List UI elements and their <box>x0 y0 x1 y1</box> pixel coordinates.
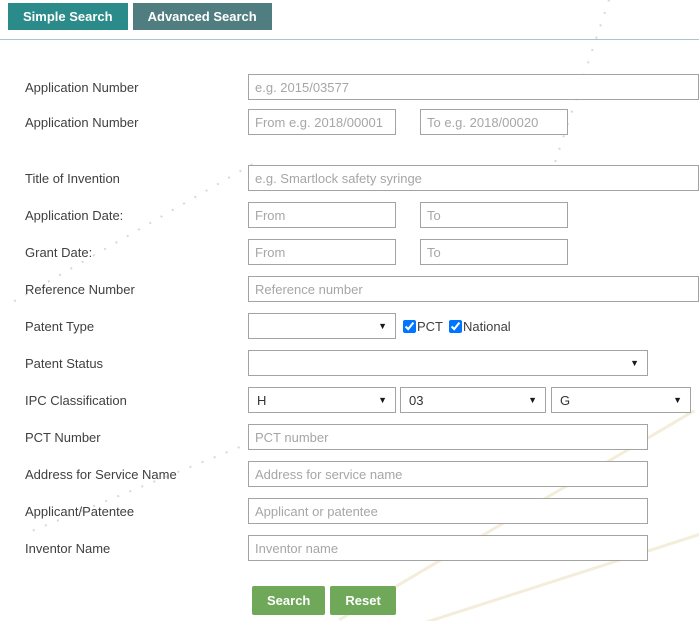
application-number-to-input[interactable] <box>420 109 568 135</box>
application-number-from-input[interactable] <box>248 109 396 135</box>
ipc-subclass-select[interactable]: G ▼ <box>551 387 691 413</box>
application-number-input[interactable] <box>248 74 699 100</box>
dropdown-arrow-icon: ▼ <box>673 394 682 405</box>
inventor-name-label: Inventor Name <box>25 540 111 556</box>
search-button[interactable]: Search <box>252 586 326 615</box>
page: Simple Search Advanced Search Applicatio… <box>0 0 699 621</box>
dropdown-arrow-icon: ▼ <box>528 394 537 405</box>
inventor-name-input[interactable] <box>248 535 648 561</box>
tab-divider <box>0 39 699 40</box>
dropdown-arrow-icon: ▼ <box>378 320 387 331</box>
grant-date-row: Grant Date: <box>25 239 699 265</box>
patent-status-row: Patent Status ▼ <box>25 350 699 376</box>
applicant-patentee-label: Applicant/Patentee <box>25 503 135 519</box>
simple-search-form: Application Number Application Number Ti… <box>0 74 699 615</box>
patent-type-label: Patent Type <box>25 318 95 334</box>
patent-status-select[interactable]: ▼ <box>248 350 648 376</box>
reference-number-label: Reference Number <box>25 281 135 297</box>
pct-number-label: PCT Number <box>25 429 101 445</box>
ipc-classification-row: IPC Classification H ▼ 03 ▼ G ▼ <box>25 387 699 413</box>
grant-date-from-input[interactable] <box>248 239 396 265</box>
address-for-service-label: Address for Service Name <box>25 466 177 482</box>
tab-advanced-search[interactable]: Advanced Search <box>132 3 272 30</box>
pct-checkbox-label: PCT <box>417 318 443 334</box>
reference-number-input[interactable] <box>248 276 699 302</box>
address-for-service-row: Address for Service Name <box>25 461 699 487</box>
patent-type-select[interactable]: ▼ <box>248 313 396 339</box>
application-date-to-input[interactable] <box>420 202 568 228</box>
grant-date-to-input[interactable] <box>420 239 568 265</box>
national-checkbox-label: National <box>463 318 511 334</box>
applicant-patentee-input[interactable] <box>248 498 648 524</box>
dropdown-arrow-icon: ▼ <box>378 394 387 405</box>
application-date-from-input[interactable] <box>248 202 396 228</box>
form-actions: Search Reset <box>25 586 699 615</box>
application-number-row: Application Number <box>25 74 699 100</box>
inventor-name-row: Inventor Name <box>25 535 699 561</box>
application-date-label: Application Date: <box>25 207 124 223</box>
ipc-subclass-selected-value: G <box>560 392 571 408</box>
ipc-class-select[interactable]: 03 ▼ <box>400 387 546 413</box>
patent-type-checkboxes: PCT National <box>403 319 517 334</box>
national-checkbox[interactable] <box>449 319 462 333</box>
pct-number-row: PCT Number <box>25 424 699 450</box>
reference-number-row: Reference Number <box>25 276 699 302</box>
patent-type-row: Patent Type ▼ PCT National <box>25 313 699 339</box>
pct-number-input[interactable] <box>248 424 648 450</box>
application-number-label: Application Number <box>25 79 139 95</box>
tab-simple-search[interactable]: Simple Search <box>8 3 128 30</box>
pct-checkbox[interactable] <box>403 319 416 333</box>
title-of-invention-label: Title of Invention <box>25 170 120 186</box>
address-for-service-input[interactable] <box>248 461 648 487</box>
search-tabs: Simple Search Advanced Search <box>8 3 699 30</box>
application-number-range-row: Application Number <box>25 109 699 135</box>
ipc-class-selected-value: 03 <box>409 392 424 408</box>
applicant-patentee-row: Applicant/Patentee <box>25 498 699 524</box>
ipc-section-selected-value: H <box>257 392 267 408</box>
title-of-invention-row: Title of Invention <box>25 165 699 191</box>
ipc-classification-label: IPC Classification <box>25 392 127 408</box>
application-date-row: Application Date: <box>25 202 699 228</box>
ipc-section-select[interactable]: H ▼ <box>248 387 396 413</box>
dropdown-arrow-icon: ▼ <box>630 357 639 368</box>
grant-date-label: Grant Date: <box>25 244 93 260</box>
application-number-range-label: Application Number <box>25 114 139 130</box>
title-of-invention-input[interactable] <box>248 165 699 191</box>
reset-button[interactable]: Reset <box>330 586 396 615</box>
patent-status-label: Patent Status <box>25 355 104 371</box>
